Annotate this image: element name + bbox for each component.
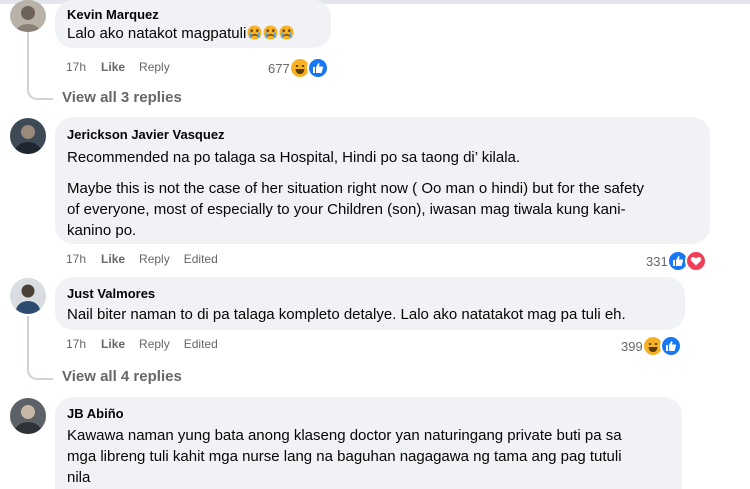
- comment-text: Nail biter naman to di pa talaga komplet…: [67, 306, 626, 323]
- reaction-summary[interactable]: 399: [621, 335, 682, 357]
- like-button[interactable]: Like: [101, 251, 125, 267]
- avatar-image: [10, 278, 46, 314]
- crying-face-icon: [279, 25, 294, 40]
- comment-text-line: mga libreng tuli kahit mga nurse lang na…: [67, 448, 622, 465]
- comment-text-line: Maybe this is not the case of her situat…: [67, 180, 644, 197]
- comment-author[interactable]: JB Abiño: [67, 405, 670, 422]
- like-button[interactable]: Like: [101, 59, 125, 75]
- reaction-summary[interactable]: 677: [268, 57, 329, 79]
- reaction-count: 331: [646, 253, 668, 269]
- avatar[interactable]: [10, 0, 46, 32]
- like-reaction-icon: [306, 57, 329, 79]
- comment-actions: 17h Like Reply Edited: [66, 336, 232, 352]
- comment-text-line: nila: [67, 469, 91, 486]
- edited-label: Edited: [183, 252, 218, 266]
- avatar[interactable]: [10, 278, 46, 314]
- comment-bubble: Just Valmores Nail biter naman to di pa …: [55, 277, 685, 330]
- love-reaction-icon: [684, 250, 707, 272]
- view-replies-link[interactable]: View all 4 replies: [62, 367, 182, 387]
- edited-label: Edited: [183, 337, 218, 351]
- crying-face-icon: [247, 25, 262, 40]
- comment-bubble: Kevin Marquez Lalo ako natakot magpatuli: [55, 0, 331, 48]
- comment-bubble: Jerickson Javier Vasquez Recommended na …: [55, 117, 710, 244]
- comment-actions: 17h Like Reply Edited: [66, 251, 232, 267]
- avatar-image: [10, 118, 46, 154]
- reaction-count: 399: [621, 338, 643, 354]
- comment-author[interactable]: Kevin Marquez: [67, 6, 319, 23]
- reply-button[interactable]: Reply: [139, 251, 170, 267]
- reply-button[interactable]: Reply: [139, 59, 170, 75]
- avatar[interactable]: [10, 398, 46, 434]
- comment-text: Kawawa naman yung bata anong klaseng doc…: [67, 425, 670, 488]
- reply-button[interactable]: Reply: [139, 336, 170, 352]
- crying-face-icon: [263, 25, 278, 40]
- thread-line: [27, 32, 29, 88]
- view-replies-link[interactable]: View all 3 replies: [62, 88, 182, 108]
- comment-text-line: of everyone, most of especially to your …: [67, 201, 626, 218]
- comment-text: Lalo ako natakot magpatuli: [67, 23, 319, 44]
- reaction-count: 677: [268, 60, 290, 76]
- comment-text-line: Lalo ako natakot magpatuli: [67, 25, 247, 42]
- avatar-image: [10, 0, 46, 32]
- avatar-image: [10, 398, 46, 434]
- reaction-summary[interactable]: 331: [646, 250, 707, 272]
- thread-line: [27, 316, 29, 370]
- comment-author[interactable]: Jerickson Javier Vasquez: [67, 126, 698, 143]
- thread-connector: [27, 368, 53, 380]
- comment-timestamp[interactable]: 17h: [66, 251, 86, 267]
- comment-timestamp[interactable]: 17h: [66, 336, 86, 352]
- comment-author[interactable]: Just Valmores: [67, 285, 673, 302]
- like-reaction-icon: [659, 335, 682, 357]
- comment-timestamp[interactable]: 17h: [66, 59, 86, 75]
- thread-connector: [27, 88, 53, 100]
- comment-text: Recommended na po talaga sa Hospital, Hi…: [67, 149, 521, 166]
- avatar[interactable]: [10, 118, 46, 154]
- comment-actions: 17h Like Reply: [66, 59, 184, 75]
- comment-text-line: Kawawa naman yung bata anong klaseng doc…: [67, 427, 622, 444]
- like-button[interactable]: Like: [101, 336, 125, 352]
- comment-text-line: kanino po.: [67, 222, 137, 239]
- comment-bubble: JB Abiño Kawawa naman yung bata anong kl…: [55, 397, 682, 489]
- comment-text: Maybe this is not the case of her situat…: [67, 178, 698, 241]
